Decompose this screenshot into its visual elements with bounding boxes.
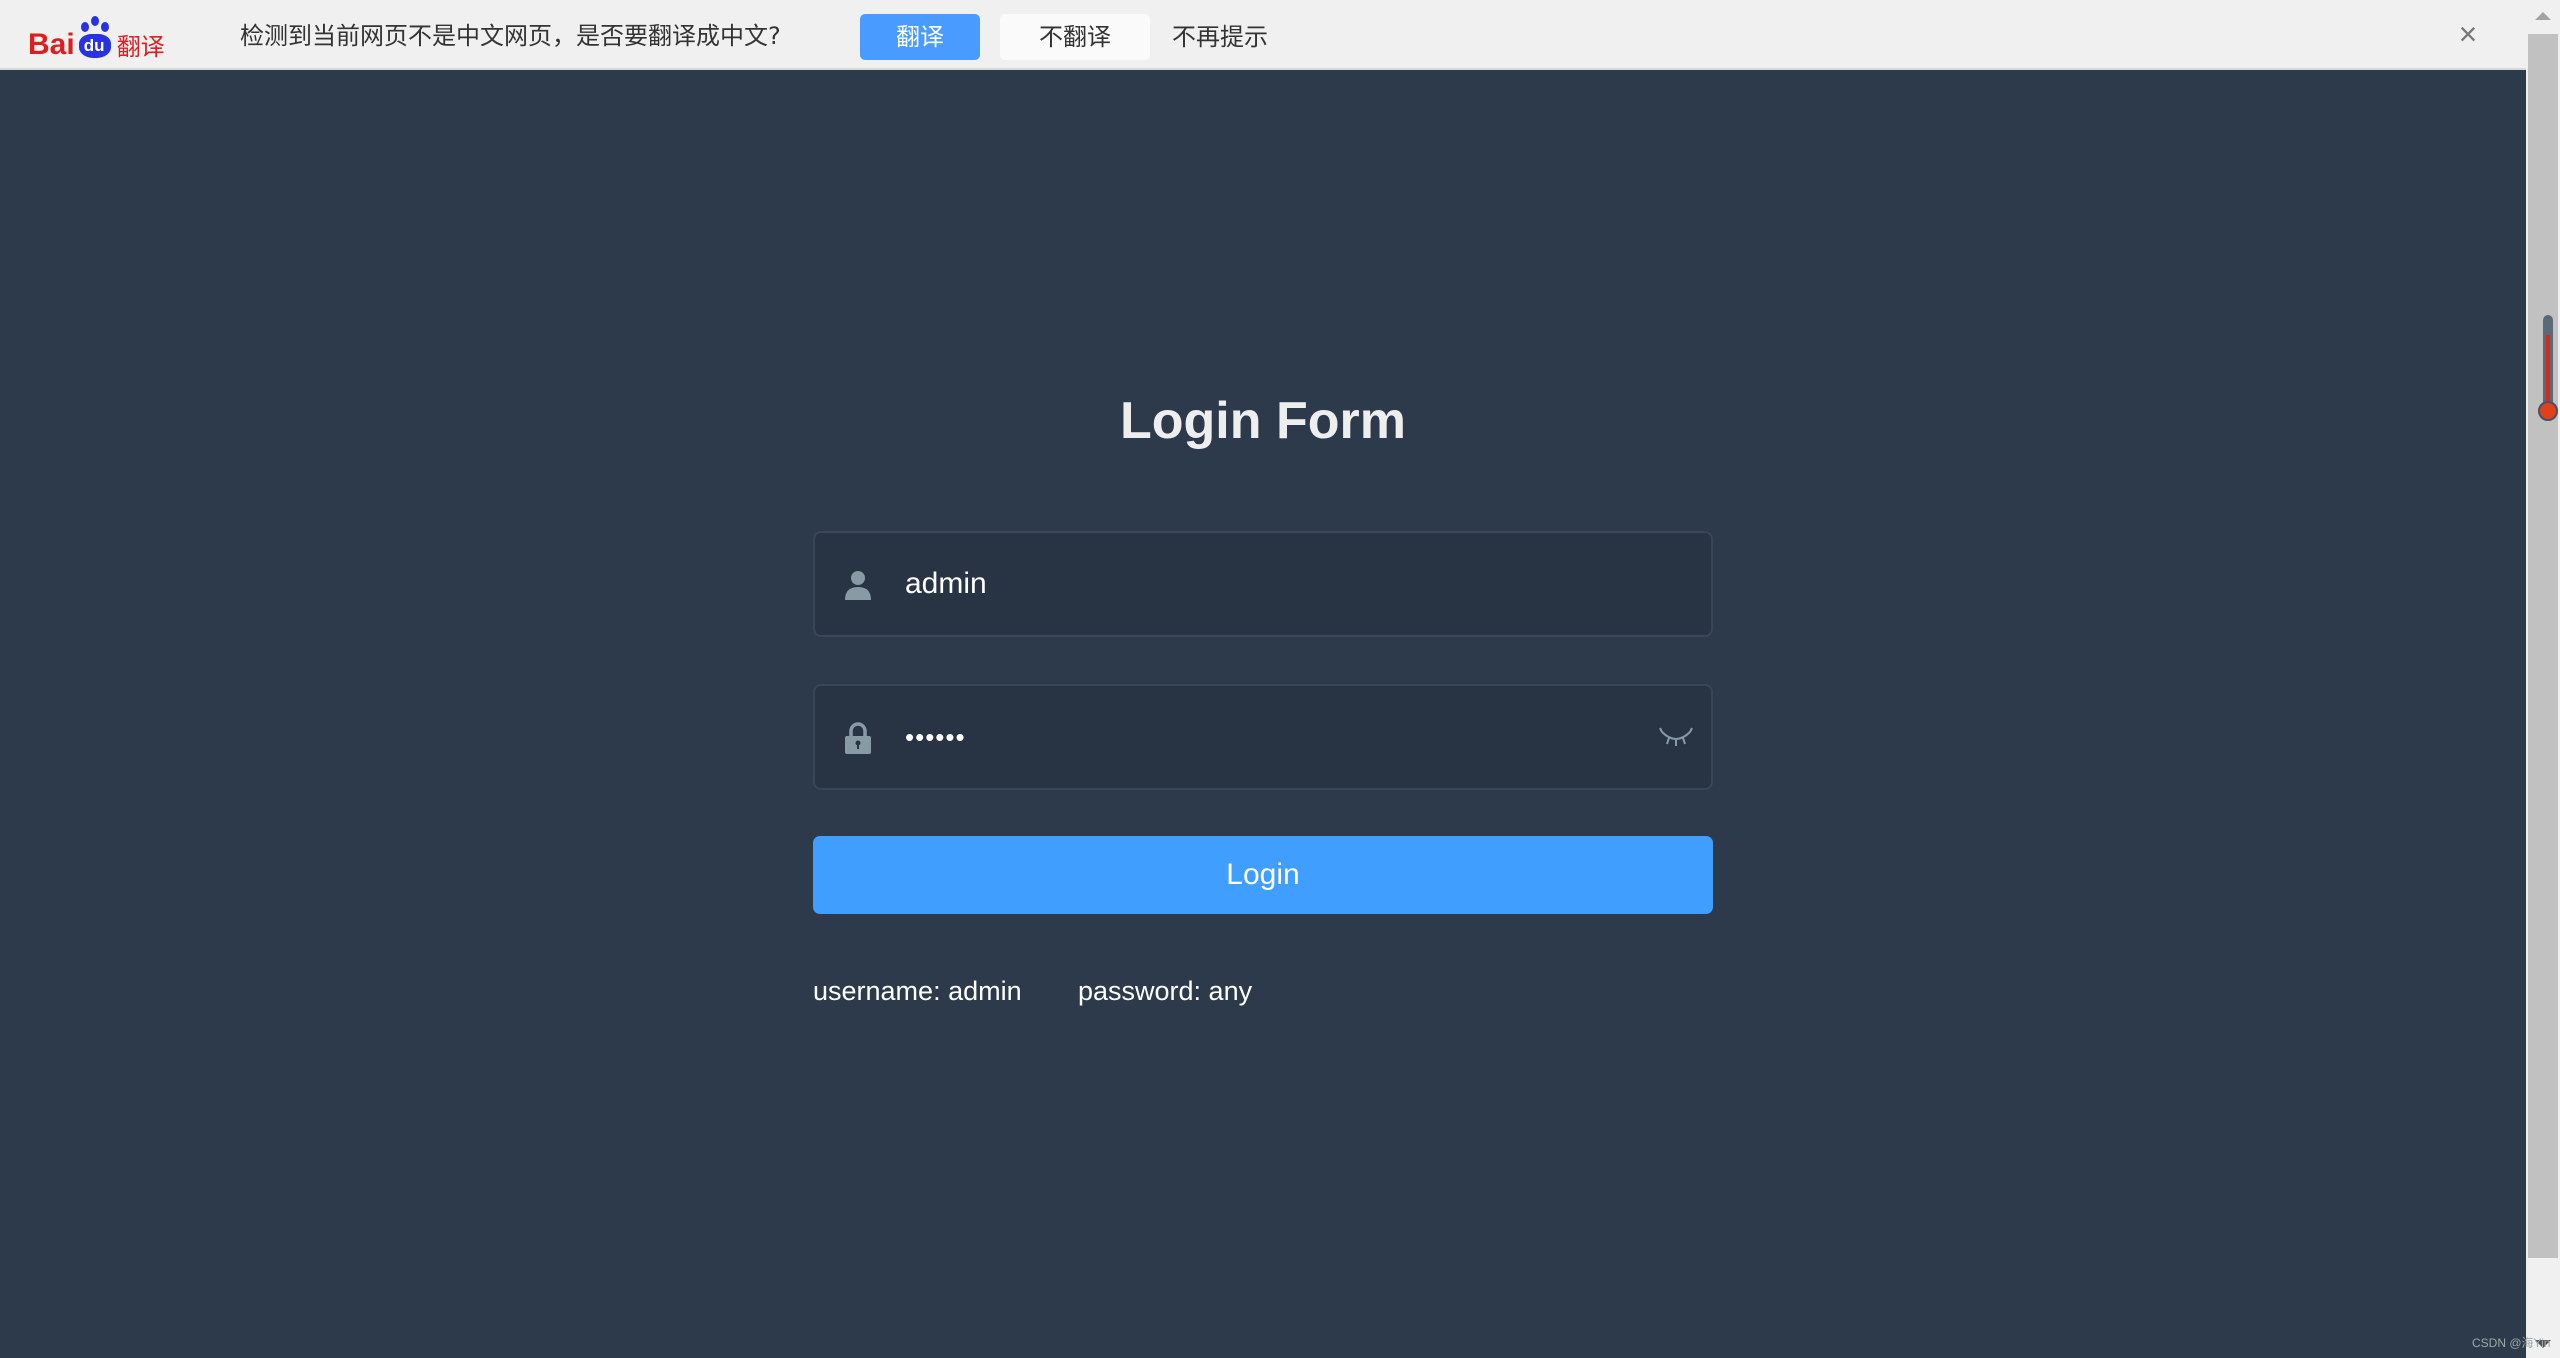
translate-button[interactable]: 翻译 [860, 14, 980, 60]
page-title: Login Form [1120, 392, 1406, 450]
login-button[interactable]: Login [813, 836, 1713, 914]
scrollbar-thumb[interactable] [2528, 34, 2558, 1258]
scroll-up-arrow-icon[interactable] [2535, 12, 2551, 20]
lock-icon [845, 722, 871, 754]
username-field[interactable]: admin [813, 531, 1713, 637]
logo-fanyi: 翻译 [116, 34, 165, 61]
never-remind-button[interactable]: 不再提示 [1160, 14, 1280, 60]
close-icon[interactable]: × [2452, 18, 2484, 50]
username-input[interactable]: admin [905, 533, 987, 635]
translate-prompt: 检测到当前网页不是中文网页，是否要翻译成中文? [240, 22, 781, 50]
no-translate-button[interactable]: 不翻译 [1000, 14, 1150, 60]
baidu-translate-logo: Bai du 翻译 [28, 10, 165, 60]
eye-closed-icon[interactable] [1659, 724, 1693, 752]
username-tip: username: admin [813, 976, 1022, 1006]
user-icon [845, 571, 871, 600]
translate-bar: Bai du 翻译 检测到当前网页不是中文网页，是否要翻译成中文? 翻译 不翻译… [0, 0, 2526, 70]
scrollbar[interactable] [2526, 0, 2560, 1358]
password-input[interactable]: •••••• [905, 686, 966, 788]
thermometer-icon [2538, 315, 2558, 427]
password-tip: password: any [1078, 976, 1253, 1006]
logo-bai: Bai [28, 28, 75, 61]
watermark: CSDN @海Yin [2472, 1336, 2551, 1350]
password-field[interactable]: •••••• [813, 684, 1713, 790]
baidu-paw-icon: du [77, 16, 113, 60]
